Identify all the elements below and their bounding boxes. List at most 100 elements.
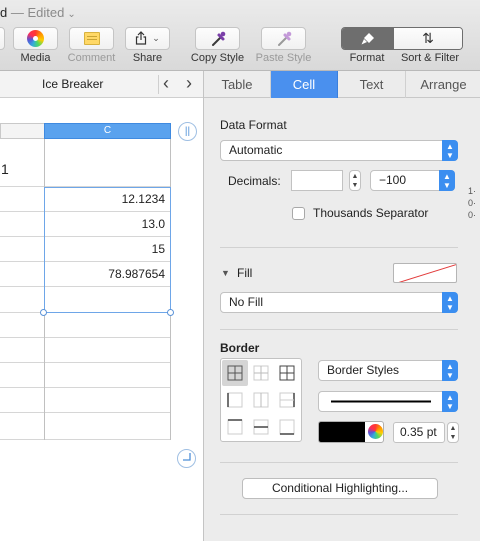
sheet-tab-ice-breaker[interactable]: Ice Breaker: [42, 77, 103, 91]
border-heading: Border: [220, 341, 260, 355]
share-label: Share: [132, 52, 163, 64]
border-bottom-icon[interactable]: [274, 414, 300, 440]
table-row[interactable]: [0, 287, 171, 313]
border-horizontal-icon[interactable]: [248, 414, 274, 440]
next-sheet-arrow-icon[interactable]: ›: [186, 74, 192, 92]
format-button[interactable]: [342, 28, 394, 49]
title-chevron-icon[interactable]: ⌄: [67, 9, 75, 20]
decimals-label: Decimals:: [228, 174, 281, 188]
section-divider: [220, 247, 458, 248]
table-row[interactable]: 15: [0, 237, 171, 262]
resize-corner-icon: [183, 453, 191, 461]
selection-handle-left[interactable]: [40, 309, 47, 316]
negative-format-value: −100: [379, 173, 407, 187]
offscreen-edge-glyphs: 1· 0· 0·: [468, 186, 477, 220]
border-all-icon[interactable]: [222, 360, 248, 386]
table-resize-handle[interactable]: [177, 449, 196, 468]
sheet-canvas[interactable]: C || 1 12.1234 13.0 15 78.987654: [0, 98, 203, 541]
border-outside-icon[interactable]: [274, 360, 300, 386]
previous-sheet-arrow-icon[interactable]: ‹: [163, 74, 169, 92]
table-row-header[interactable]: 1: [0, 139, 171, 187]
share-chevron-icon: ⌄: [152, 33, 160, 43]
copy-style-button[interactable]: [195, 27, 240, 50]
edited-status: — Edited: [7, 5, 65, 20]
table-row[interactable]: [0, 363, 171, 388]
table-row[interactable]: 12.1234: [0, 187, 171, 212]
popup-stepper-icon: ▲ ▼: [442, 360, 458, 381]
data-format-popup[interactable]: Automatic ▲ ▼: [220, 140, 458, 161]
column-handle-button[interactable]: ||: [178, 122, 197, 141]
border-vertical-icon[interactable]: [248, 387, 274, 413]
color-wheel-icon[interactable]: [368, 424, 383, 439]
border-inside-icon[interactable]: [248, 360, 274, 386]
tab-text[interactable]: Text: [338, 71, 406, 98]
tab-table[interactable]: Table: [204, 71, 271, 98]
fill-popup[interactable]: No Fill ▲ ▼: [220, 292, 458, 313]
column-gridline: [44, 139, 45, 440]
popup-stepper-icon: ▲ ▼: [439, 170, 455, 191]
sort-filter-button[interactable]: ⇅: [394, 28, 462, 49]
column-header-c[interactable]: C: [44, 123, 171, 139]
format-inspector: Table Cell Text Arrange Data Format Auto…: [203, 71, 480, 541]
table-row[interactable]: [0, 338, 171, 363]
share-button[interactable]: ⌄: [125, 27, 170, 50]
border-picker: [220, 358, 302, 442]
comment-label: Comment: [67, 52, 116, 64]
fill-color-swatch[interactable]: [393, 263, 457, 283]
media-icon: [27, 30, 44, 47]
media-label: Media: [20, 52, 51, 64]
paintbrush-icon: [361, 32, 374, 44]
fill-disclosure-icon[interactable]: ▼: [221, 268, 230, 278]
border-color-well[interactable]: [318, 421, 384, 443]
table-row[interactable]: 13.0: [0, 212, 171, 237]
thousands-separator-checkbox[interactable]: [292, 207, 305, 220]
share-icon: [135, 30, 147, 47]
comment-button[interactable]: [69, 27, 114, 50]
table-row[interactable]: 78.987654: [0, 262, 171, 287]
popup-stepper-icon: ▲ ▼: [442, 140, 458, 161]
insert-button-partial[interactable]: [0, 27, 5, 50]
comment-icon: [83, 32, 100, 45]
tab-arrange[interactable]: Arrange: [406, 71, 480, 98]
popup-stepper-icon: ▲ ▼: [442, 292, 458, 313]
fill-heading: Fill: [237, 266, 253, 280]
solid-line-icon: [331, 400, 431, 403]
decimals-field[interactable]: [291, 170, 343, 191]
row-number-value: 1: [1, 161, 9, 177]
border-right-icon[interactable]: [274, 387, 300, 413]
cell-value: 13.0: [141, 217, 165, 231]
media-button[interactable]: [13, 27, 58, 50]
sheet-tab-bar: Ice Breaker ‹ ›: [0, 71, 203, 98]
fill-value: No Fill: [229, 295, 264, 309]
border-left-icon[interactable]: [222, 387, 248, 413]
toolbar: d — Edited ⌄ Media Comment ⌄ Share Copy S…: [0, 0, 480, 71]
column-gridline: [170, 139, 171, 440]
border-color-swatch: [319, 422, 365, 442]
border-width-field[interactable]: 0.35 pt: [393, 422, 445, 443]
tab-cell[interactable]: Cell: [271, 71, 338, 98]
paste-dropper-icon: [277, 31, 291, 46]
table-row[interactable]: [0, 313, 171, 338]
border-width-stepper[interactable]: ▲ ▼: [447, 422, 459, 443]
border-styles-popup[interactable]: Border Styles ▲ ▼: [318, 360, 458, 381]
paste-style-label: Paste Style: [255, 52, 312, 64]
data-format-value: Automatic: [229, 143, 283, 157]
sheet-tab-divider: [158, 75, 159, 94]
section-divider: [220, 514, 458, 515]
format-sort-segmented: ⇅: [341, 27, 463, 50]
inspector-tabs: Table Cell Text Arrange: [204, 71, 480, 98]
data-format-heading: Data Format: [220, 118, 287, 132]
popup-stepper-icon: ▲ ▼: [442, 391, 458, 412]
sort-filter-label: Sort & Filter: [400, 52, 460, 64]
border-line-style-popup[interactable]: ▲ ▼: [318, 391, 458, 412]
decimals-stepper[interactable]: ▲ ▼: [349, 170, 361, 191]
column-header-b[interactable]: [0, 123, 45, 139]
selection-handle-right[interactable]: [167, 309, 174, 316]
cell-value: 15: [151, 242, 165, 256]
negative-format-popup[interactable]: −100 ▲ ▼: [370, 170, 455, 191]
table-row[interactable]: [0, 388, 171, 413]
conditional-highlighting-button[interactable]: Conditional Highlighting...: [242, 478, 438, 499]
paste-style-button[interactable]: [261, 27, 306, 50]
border-top-icon[interactable]: [222, 414, 248, 440]
table-row[interactable]: [0, 413, 171, 440]
